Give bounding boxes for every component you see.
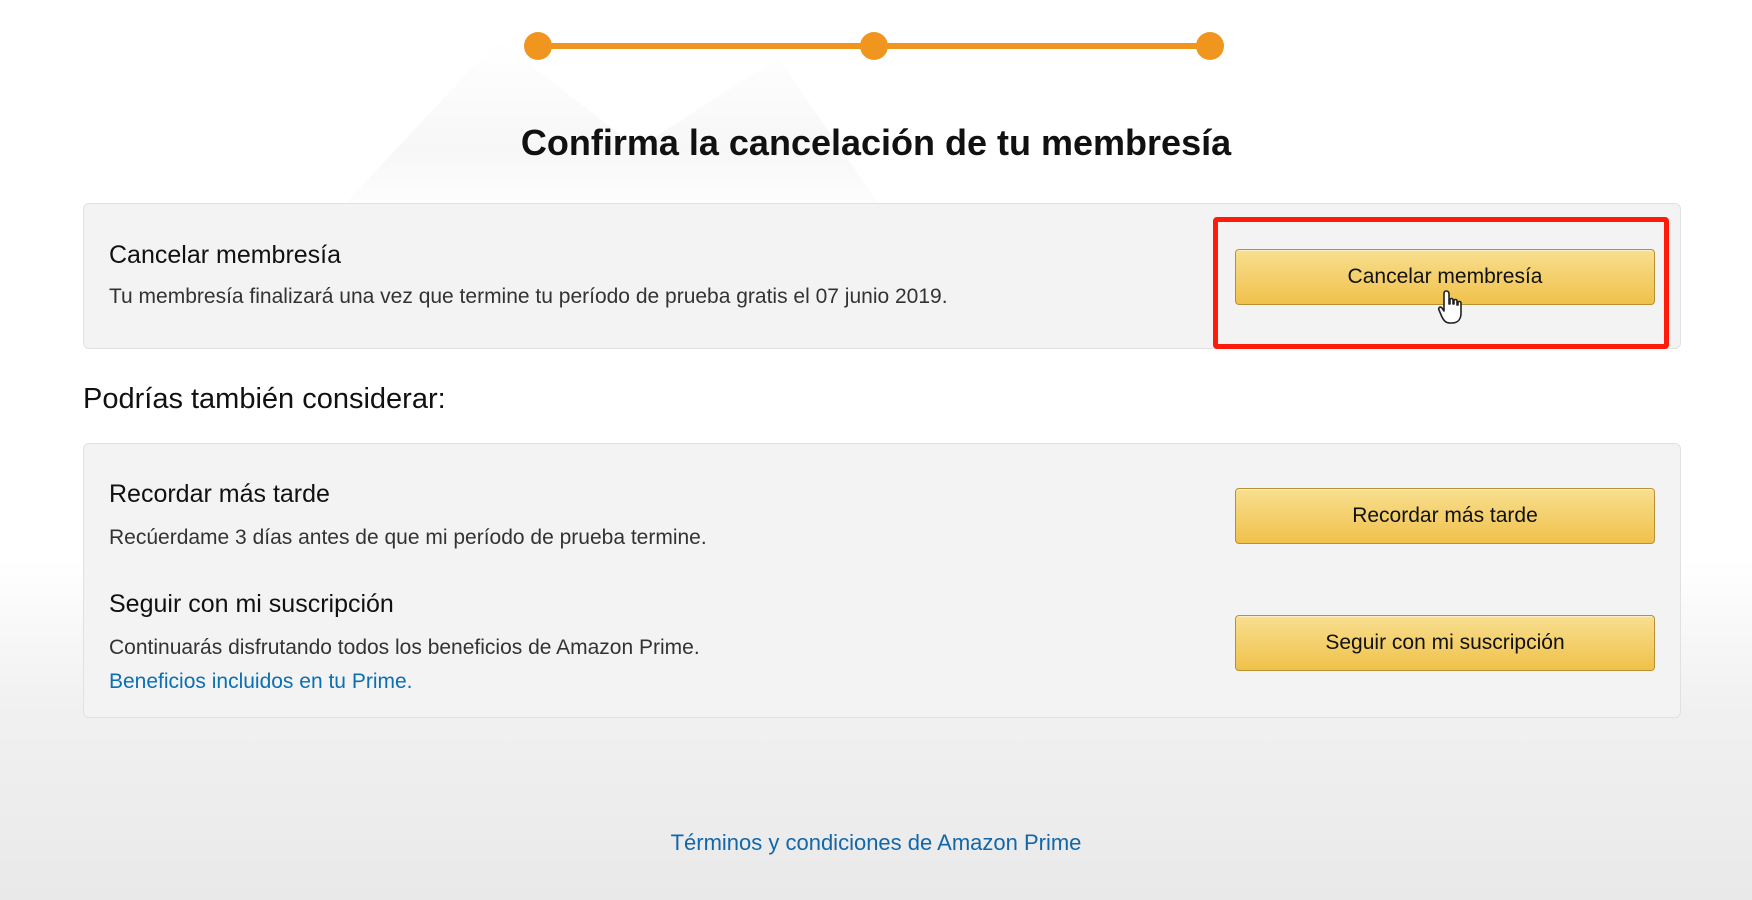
hand-pointer-icon [1437,290,1462,324]
progress-stepper [524,32,1224,60]
remind-later-description: Recúerdame 3 días antes de que mi períod… [109,526,707,549]
continue-subscription-button[interactable]: Seguir con mi suscripción [1235,615,1655,671]
alternatives-panel: Recordar más tarde Recúerdame 3 días ant… [83,443,1681,718]
progress-step-1 [524,32,552,60]
remind-later-title: Recordar más tarde [109,480,330,508]
prime-terms-link[interactable]: Términos y condiciones de Amazon Prime [0,830,1752,856]
cancel-membership-title: Cancelar membresía [109,241,342,269]
prime-benefits-link[interactable]: Beneficios incluidos en tu Prime. [109,670,413,694]
cancel-membership-panel: Cancelar membresía Tu membresía finaliza… [83,203,1681,349]
page-title: Confirma la cancelación de tu membresía [520,122,1232,163]
cancel-membership-description: Tu membresía finalizará una vez que term… [109,285,948,308]
consider-heading: Podrías también considerar: [83,383,446,415]
progress-step-3 [1196,32,1224,60]
continue-subscription-title: Seguir con mi suscripción [109,590,394,618]
remind-later-button[interactable]: Recordar más tarde [1235,488,1655,544]
progress-step-2 [860,32,888,60]
continue-subscription-description: Continuarás disfrutando todos los benefi… [109,636,700,659]
